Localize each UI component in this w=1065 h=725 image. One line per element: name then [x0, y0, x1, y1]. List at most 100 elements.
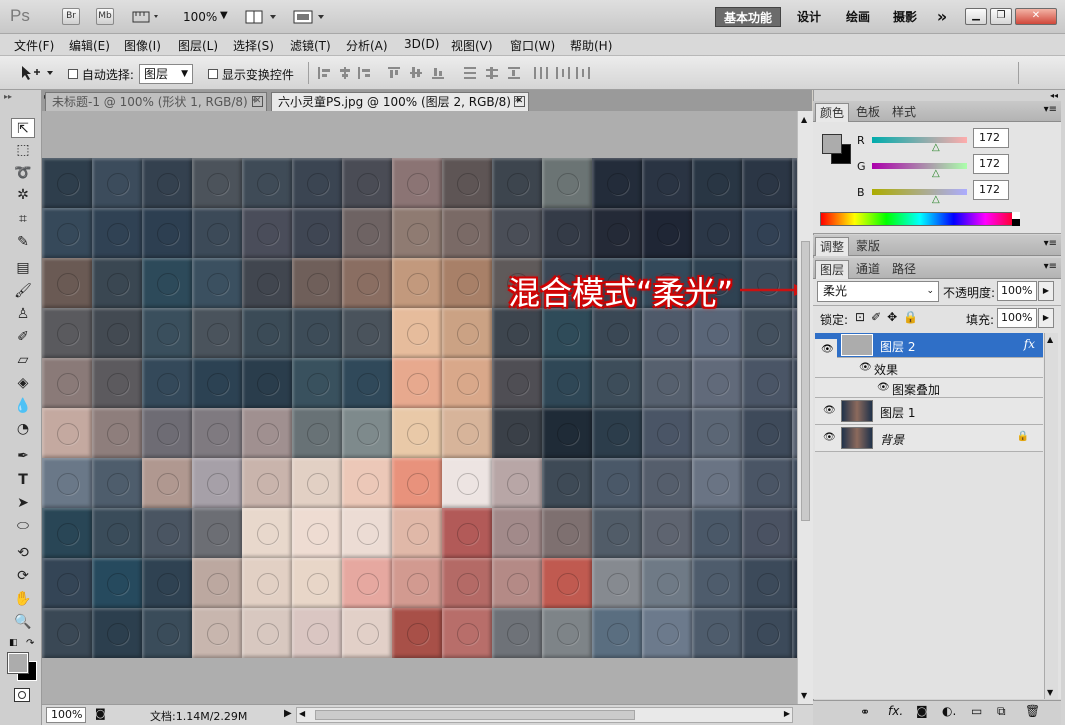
clone-stamp-tool[interactable]: ♙	[11, 304, 35, 324]
lock-transparent-icon[interactable]: ⊡	[855, 310, 871, 324]
pattern-overlay-row[interactable]: 👁 图案叠加	[815, 378, 1043, 398]
g-slider-handle[interactable]: △	[932, 168, 940, 179]
add-style-icon[interactable]: fx.	[888, 704, 903, 718]
lock-paint-icon[interactable]: ✐	[871, 310, 887, 324]
r-slider-handle[interactable]: △	[932, 142, 940, 153]
b-slider-handle[interactable]: △	[932, 194, 940, 205]
r-value-input[interactable]: 172	[973, 128, 1009, 148]
workspace-essentials[interactable]: 基本功能	[715, 7, 781, 27]
spot-healing-tool[interactable]: ▤	[11, 258, 35, 278]
quick-mask-button[interactable]	[14, 688, 30, 702]
opacity-input[interactable]: 100%	[997, 281, 1037, 301]
g-value-input[interactable]: 172	[973, 154, 1009, 174]
blend-mode-dropdown[interactable]: 柔光 ⌄	[817, 281, 939, 302]
layer-row[interactable]: 👁 图层 1	[815, 398, 1043, 425]
layer-row-background[interactable]: 👁 背景 🔒	[815, 425, 1043, 452]
tab-active-document[interactable]: 六小灵童PS.jpg @ 100% (图层 2, RGB/8) * ✕	[271, 92, 529, 111]
tab-layers[interactable]: 图层	[815, 260, 849, 279]
chevron-down-icon[interactable]: ▼	[220, 10, 228, 21]
foreground-color-swatch[interactable]	[7, 652, 29, 674]
h-scroll-thumb[interactable]	[315, 710, 635, 720]
white-swatch[interactable]	[1012, 212, 1020, 219]
zoom-tool[interactable]: 🔍	[11, 612, 35, 632]
menu-filter[interactable]: 滤镜(T)	[290, 37, 331, 54]
menu-analysis[interactable]: 分析(A)	[346, 37, 388, 54]
workspace-photography[interactable]: 摄影	[885, 7, 925, 27]
bridge-button[interactable]: Br	[62, 8, 80, 25]
tab-adjustments[interactable]: 调整	[815, 237, 849, 256]
status-zoom[interactable]: 100%	[46, 707, 86, 723]
type-tool[interactable]: T	[11, 470, 35, 490]
workspace-painting[interactable]: 绘画	[838, 7, 878, 27]
more-workspaces-button[interactable]: »	[930, 7, 954, 27]
tool-preset-picker[interactable]	[20, 64, 56, 85]
tab-untitled[interactable]: 未标题-1 @ 100% (形状 1, RGB/8) * ✕	[45, 92, 267, 111]
workspace-design[interactable]: 设计	[789, 7, 829, 27]
scroll-down-icon[interactable]: ▼	[1047, 688, 1053, 697]
g-slider[interactable]	[872, 163, 967, 169]
adjustment-layer-icon[interactable]: ◐.	[942, 704, 956, 718]
lock-icons[interactable]: ⊡✐✥🔒	[855, 310, 924, 324]
paint-bucket-tool[interactable]: ◈	[11, 373, 35, 393]
tab-channels[interactable]: 通道	[851, 260, 885, 279]
link-layers-icon[interactable]: ⚭	[860, 705, 870, 719]
menu-3d[interactable]: 3D(D)	[404, 37, 439, 51]
visibility-eye-icon[interactable]: 👁	[823, 405, 836, 416]
close-window-button[interactable]: ✕	[1015, 8, 1057, 25]
visibility-eye-icon[interactable]: 👁	[859, 362, 872, 373]
3d-orbit-tool[interactable]: ⟳	[11, 566, 35, 586]
foreground-color-swatch[interactable]	[822, 134, 842, 154]
shape-tool[interactable]: ⬭	[11, 516, 35, 536]
swap-colors-icon[interactable]: ↷	[26, 638, 34, 649]
lock-all-icon[interactable]: 🔒	[903, 310, 924, 324]
scroll-right-icon[interactable]: ▶	[784, 709, 790, 718]
menu-window[interactable]: 窗口(W)	[510, 37, 555, 54]
color-spectrum-bar[interactable]	[820, 212, 1020, 226]
view-extras-button[interactable]	[132, 9, 162, 25]
menu-help[interactable]: 帮助(H)	[570, 37, 612, 54]
brush-tool[interactable]: 🖌	[11, 281, 35, 301]
menu-select[interactable]: 选择(S)	[233, 37, 274, 54]
tab-paths[interactable]: 路径	[887, 260, 921, 279]
panel-menu-icon[interactable]: ▾≡	[1044, 261, 1057, 272]
opacity-slider-button[interactable]: ▶	[1038, 281, 1054, 301]
scroll-left-icon[interactable]: ◀	[299, 709, 305, 718]
lasso-tool[interactable]: ➰	[11, 163, 35, 183]
marquee-tool[interactable]: ⬚	[11, 140, 35, 160]
new-layer-icon[interactable]: ⧉	[997, 704, 1006, 719]
tab-swatches[interactable]: 色板	[851, 103, 885, 122]
move-tool[interactable]: ⇱	[11, 118, 35, 138]
status-menu-arrow[interactable]: ▶	[284, 708, 292, 719]
menu-layer[interactable]: 图层(L)	[178, 37, 218, 54]
scroll-down-icon[interactable]: ▼	[801, 691, 807, 700]
layers-scrollbar[interactable]: ▲ ▼	[1044, 333, 1058, 699]
new-group-icon[interactable]: ▭	[971, 704, 982, 718]
status-info-icon[interactable]: ◙	[95, 707, 106, 720]
layer-row-selected[interactable]: 👁 图层 2 fx	[815, 333, 1043, 363]
blur-tool[interactable]: 💧	[11, 396, 35, 416]
pen-tool[interactable]: ✒	[11, 446, 35, 466]
collapse-icon[interactable]: ▸▸	[4, 92, 12, 101]
menu-file[interactable]: 文件(F)	[14, 37, 54, 54]
collapse-icon[interactable]: ◂◂	[1050, 91, 1058, 100]
menu-image[interactable]: 图像(I)	[124, 37, 161, 54]
lock-move-icon[interactable]: ✥	[887, 310, 903, 324]
fill-slider-button[interactable]: ▶	[1038, 308, 1054, 328]
fx-icon[interactable]: fx	[1024, 337, 1035, 351]
layer-effects-row[interactable]: 👁 效果	[815, 358, 1043, 378]
show-transform-checkbox[interactable]	[208, 69, 218, 79]
menu-edit[interactable]: 编辑(E)	[69, 37, 110, 54]
pixel-mosaic-image[interactable]	[42, 158, 797, 658]
horizontal-scrollbar[interactable]: ◀ ▶	[296, 707, 793, 723]
visibility-eye-icon[interactable]: 👁	[877, 382, 890, 393]
hand-tool[interactable]: ✋	[11, 589, 35, 609]
restore-button[interactable]: ❐	[990, 8, 1012, 25]
tab-styles[interactable]: 样式	[887, 103, 921, 122]
vertical-scrollbar[interactable]: ▲ ▼	[797, 111, 813, 704]
r-slider[interactable]	[872, 137, 967, 143]
auto-select-checkbox[interactable]	[68, 69, 78, 79]
fill-input[interactable]: 100%	[997, 308, 1037, 328]
delete-layer-icon[interactable]: 🗑	[1025, 704, 1040, 718]
default-colors-icon[interactable]: ◧	[9, 638, 18, 648]
add-mask-icon[interactable]: ◙	[916, 704, 928, 718]
